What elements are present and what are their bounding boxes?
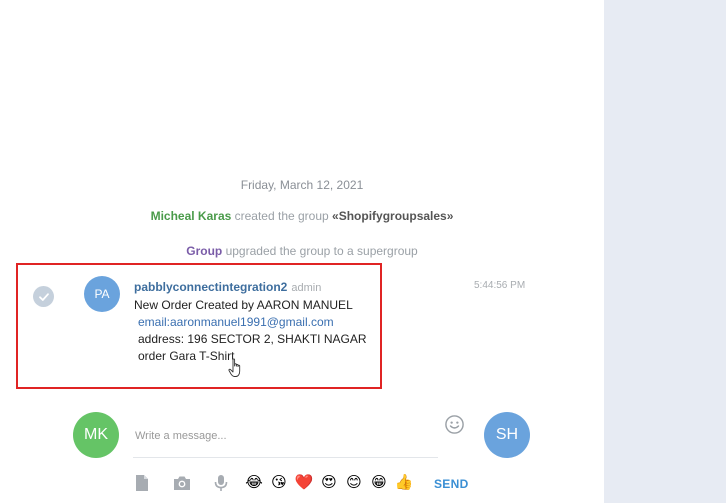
message-author[interactable]: pabblyconnectintegration2 xyxy=(134,280,287,294)
service-group-name: «Shopifygroupsales» xyxy=(332,209,454,223)
emoji-heart[interactable]: ❤️ xyxy=(294,474,314,492)
chat-pane: Friday, March 12, 2021 Micheal Karas cre… xyxy=(0,0,604,503)
service-message-created: Micheal Karas created the group «Shopify… xyxy=(0,209,604,223)
message-select-check-icon[interactable] xyxy=(33,286,54,307)
message-text-line: New Order Created by AARON MANUEL xyxy=(134,298,353,312)
peer-avatar[interactable]: SH xyxy=(484,412,530,458)
service-text: created the group xyxy=(231,209,333,223)
message-text-line: order Gara T-Shirt xyxy=(138,349,235,363)
emoji-smile[interactable]: 😊 xyxy=(344,474,364,492)
service-message-upgraded: Group upgraded the group to a supergroup xyxy=(0,244,604,258)
service-user-link[interactable]: Group xyxy=(186,244,222,258)
camera-icon[interactable] xyxy=(173,474,191,492)
author-avatar[interactable]: PA xyxy=(84,276,120,312)
document-icon[interactable] xyxy=(133,474,151,492)
emoji-thumbs-up[interactable]: 👍 xyxy=(394,474,414,492)
send-button[interactable]: SEND xyxy=(434,477,469,491)
message-email-link[interactable]: email:aaronmanuel1991@gmail.com xyxy=(138,315,334,329)
emoji-grin[interactable]: 😁 xyxy=(369,474,389,492)
microphone-icon[interactable] xyxy=(212,474,230,492)
hand-pointer-cursor-icon xyxy=(228,358,241,377)
service-text: upgraded the group to a supergroup xyxy=(222,244,418,258)
message-text-line: address: 196 SECTOR 2, SHAKTI NAGAR xyxy=(138,332,367,346)
smiley-icon[interactable] xyxy=(444,414,465,435)
emoji-tears-of-joy[interactable]: 😂 xyxy=(244,474,264,492)
author-role-badge: admin xyxy=(291,282,322,294)
service-user-link[interactable]: Micheal Karas xyxy=(151,209,232,223)
date-separator: Friday, March 12, 2021 xyxy=(240,178,364,192)
self-avatar[interactable]: MK xyxy=(73,412,119,458)
right-side-panel xyxy=(604,0,726,503)
message-header: pabblyconnectintegration2 admin xyxy=(134,280,321,294)
emoji-kiss[interactable]: 😘 xyxy=(269,474,289,492)
message-timestamp: 5:44:56 PM xyxy=(474,280,526,291)
message-input[interactable] xyxy=(133,410,438,458)
emoji-heart-eyes[interactable]: 😍 xyxy=(319,474,339,492)
